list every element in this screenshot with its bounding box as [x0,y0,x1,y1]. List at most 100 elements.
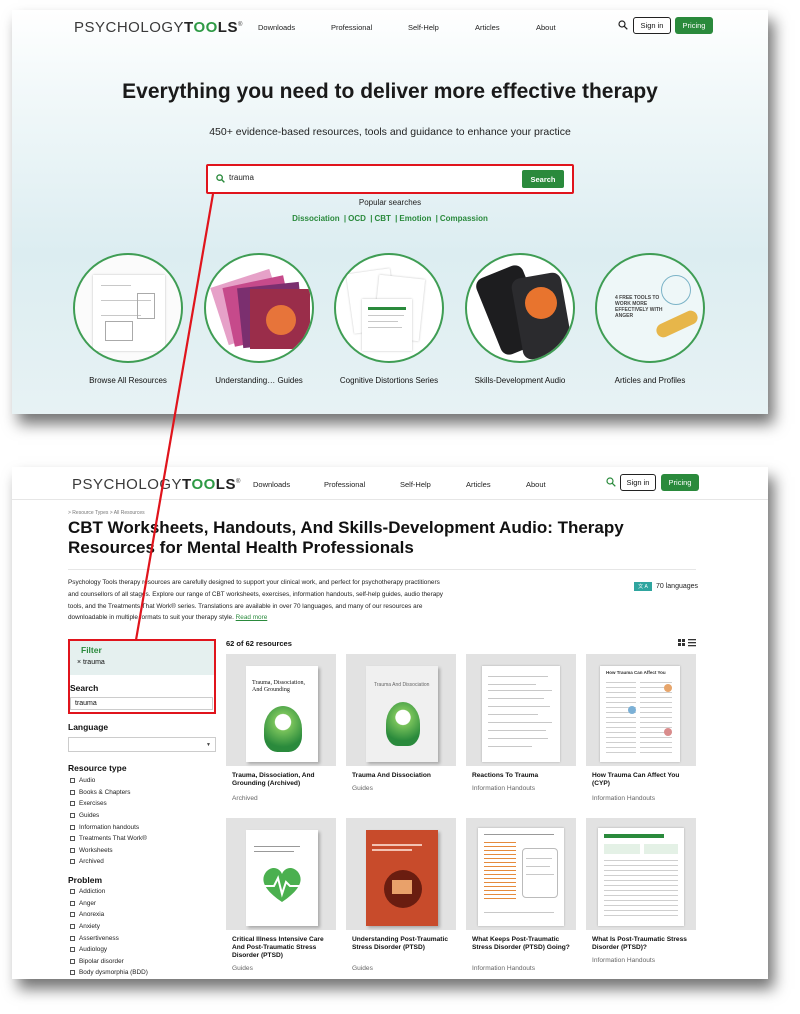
problem-option[interactable]: Assertiveness [70,932,148,944]
resource-category: Information Handouts [592,957,656,964]
resource-title[interactable]: Trauma And Dissociation [352,772,452,780]
checkbox[interactable] [70,947,75,953]
resource-title[interactable]: How Trauma Can Affect You (CYP) [592,772,692,788]
problem-option[interactable]: Body dysmorphia (BDD) [70,967,148,979]
resource-thumbnail[interactable]: Trauma, Dissociation, And Grounding [226,654,336,766]
checkbox[interactable] [70,847,75,853]
resource-title[interactable]: What Keeps Post-Traumatic Stress Disorde… [472,936,572,952]
translate-icon: 文 A [634,582,652,591]
hero-subtitle: 450+ evidence-based resources, tools and… [209,126,571,138]
feature-label[interactable]: Articles and Profiles [580,376,720,385]
nav-articles[interactable]: Articles [475,23,500,32]
problem-option[interactable]: Audiology [70,944,148,956]
checkbox[interactable] [70,924,75,930]
languages-badge[interactable]: 文 A 70 languages [634,582,698,591]
popular-link[interactable]: Compassion [440,214,488,223]
read-more-link[interactable]: Read more [236,614,268,621]
resource-type-option[interactable]: Books & Chapters [70,787,147,799]
resource-thumbnail[interactable] [466,654,576,766]
nav-about[interactable]: About [536,23,556,32]
checkbox[interactable] [70,958,75,964]
problem-option[interactable]: Anorexia [70,909,148,921]
pricing-button[interactable]: Pricing [661,474,699,491]
checkbox[interactable] [70,935,75,941]
sidebar-search-input[interactable]: trauma [70,697,213,710]
resource-type-option[interactable]: Exercises [70,798,147,810]
checkbox[interactable] [70,813,75,819]
search-button[interactable]: Search [522,170,564,188]
chevron-down-icon: ▼ [206,742,211,748]
checkbox[interactable] [70,824,75,830]
nav-self-help[interactable]: Self-Help [408,23,439,32]
cognitive-distortions-image[interactable] [334,253,444,363]
nav-articles[interactable]: Articles [466,480,491,489]
nav-professional[interactable]: Professional [324,480,365,489]
nav-self-help[interactable]: Self-Help [400,480,431,489]
nav-about[interactable]: About [526,480,546,489]
language-label: Language [68,722,109,732]
search-icon[interactable] [606,477,616,487]
resource-thumbnail[interactable] [586,818,696,930]
checkbox[interactable] [70,801,75,807]
checkbox[interactable] [70,900,75,906]
resource-thumbnail[interactable]: How Trauma Can Affect You [586,654,696,766]
language-select[interactable]: ▼ [68,737,216,752]
nav-professional[interactable]: Professional [331,23,372,32]
articles-profiles-image[interactable]: 4 FREE TOOLS TO WORK MORE EFFECTIVELY WI… [595,253,705,363]
resource-type-option[interactable]: Guides [70,810,147,822]
logo[interactable]: PSYCHOLOGYTOOLS® [74,19,243,36]
resource-type-option[interactable]: Treatments That Work® [70,833,147,845]
resource-thumbnail[interactable] [226,818,336,930]
checkbox[interactable] [70,836,75,842]
resource-title[interactable]: Understanding Post-Traumatic Stress Diso… [352,936,452,952]
problem-option[interactable]: Addiction [70,886,148,898]
checkbox[interactable] [70,889,75,895]
resource-type-option[interactable]: Archived [70,856,147,868]
resource-title[interactable]: What Is Post-Traumatic Stress Disorder (… [592,936,692,952]
resource-type-option[interactable]: Information handouts [70,821,147,833]
sign-in-button[interactable]: Sign in [633,17,671,34]
skills-audio-image[interactable] [465,253,575,363]
hero-search-input[interactable]: trauma Search [206,164,574,194]
filter-chip-trauma[interactable]: × trauma [77,659,105,666]
search-icon[interactable] [618,20,628,30]
feature-label[interactable]: Browse All Resources [58,376,198,385]
browse-all-resources-image[interactable] [73,253,183,363]
feature-label[interactable]: Cognitive Distortions Series [319,376,459,385]
resource-title[interactable]: Reactions To Trauma [472,772,572,780]
checkbox[interactable] [70,912,75,918]
nav-downloads[interactable]: Downloads [258,23,295,32]
sign-in-button[interactable]: Sign in [620,474,656,491]
problem-option[interactable]: Bipolar disorder [70,956,148,968]
resource-title[interactable]: Critical Illness Intensive Care And Post… [232,936,332,959]
understanding-guides-image[interactable] [204,253,314,363]
nav-downloads[interactable]: Downloads [253,480,290,489]
breadcrumb[interactable]: > Resource Types > All Resources [68,510,145,516]
title-divider [68,569,696,570]
feature-label[interactable]: Skills-Development Audio [450,376,590,385]
popular-link[interactable]: Emotion [399,214,431,223]
popular-searches-label: Popular searches [358,198,422,207]
logo[interactable]: PSYCHOLOGYTOOLS® [72,476,241,493]
grid-list-toggle-icon[interactable] [678,639,696,647]
checkbox[interactable] [70,789,75,795]
problem-option[interactable]: Anxiety [70,921,148,933]
resource-thumbnail[interactable] [346,818,456,930]
resource-thumbnail[interactable] [466,818,576,930]
search-label: Search [70,683,99,693]
popular-link[interactable]: Dissociation [292,214,340,223]
checkbox[interactable] [70,859,75,865]
pricing-button[interactable]: Pricing [675,17,713,34]
popular-link[interactable]: CBT [374,214,390,223]
heart-icon [263,867,301,902]
popular-link[interactable]: OCD [348,214,366,223]
resource-type-option[interactable]: Audio [70,775,147,787]
resource-thumbnail[interactable]: Trauma And Dissociation [346,654,456,766]
resource-title[interactable]: Trauma, Dissociation, And Grounding (Arc… [232,772,332,788]
resource-type-option[interactable]: Worksheets [70,845,147,857]
feature-label[interactable]: Understanding… Guides [189,376,329,385]
checkbox[interactable] [70,778,75,784]
filter-title: Filter [81,645,102,655]
checkbox[interactable] [70,970,75,976]
problem-option[interactable]: Anger [70,898,148,910]
